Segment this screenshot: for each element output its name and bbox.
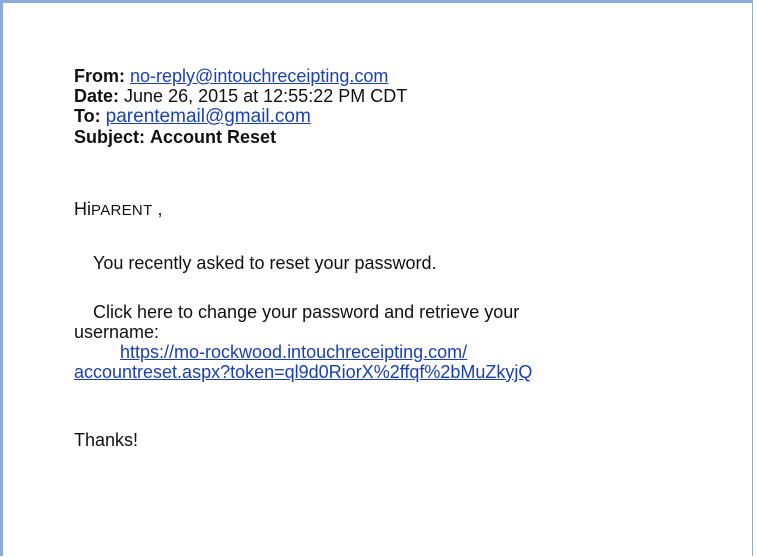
subject-row: Subject: Account Reset [74, 127, 714, 147]
greeting-name: PARENT [91, 202, 153, 219]
greeting-comma: , [157, 199, 163, 219]
reset-request-paragraph: You recently asked to reset your passwor… [93, 253, 437, 273]
from-address-link[interactable]: no-reply@intouchreceipting.com [130, 66, 388, 86]
greeting-hi: Hi [74, 199, 91, 219]
closing-thanks: Thanks! [74, 430, 139, 450]
instructions-line-2: username: [74, 322, 160, 342]
email-message: From: no-reply@intouchreceipting.com Dat… [74, 66, 714, 450]
from-label: From: [74, 66, 125, 86]
email-headers: From: no-reply@intouchreceipting.com Dat… [74, 66, 714, 147]
date-value: June 26, 2015 at 12:55:22 PM CDT [124, 86, 408, 106]
subject-label: Subject: [74, 127, 146, 147]
reset-link-line-1: https://mo-rockwood.intouchreceipting.co… [74, 342, 714, 362]
to-row: To: parentemail@gmail.com [74, 106, 714, 127]
reset-link-part-2[interactable]: accountreset.aspx?token=ql9d0RiorX%2ffqf… [74, 362, 532, 382]
instructions-line-1: Click here to change your password and r… [93, 302, 520, 322]
to-label: To: [74, 106, 101, 126]
reset-link-part-1[interactable]: https://mo-rockwood.intouchreceipting.co… [120, 342, 467, 362]
date-label: Date: [74, 86, 120, 106]
subject-value: Account Reset [150, 127, 277, 147]
from-row: From: no-reply@intouchreceipting.com [74, 66, 714, 86]
reset-instructions-paragraph: Click here to change your password and r… [74, 302, 714, 382]
reset-link-line-2: accountreset.aspx?token=ql9d0RiorX%2ffqf… [74, 362, 714, 382]
to-address-link[interactable]: parentemail@gmail.com [106, 106, 311, 127]
greeting: HiPARENT , [74, 199, 714, 221]
date-row: Date: June 26, 2015 at 12:55:22 PM CDT [74, 86, 714, 106]
